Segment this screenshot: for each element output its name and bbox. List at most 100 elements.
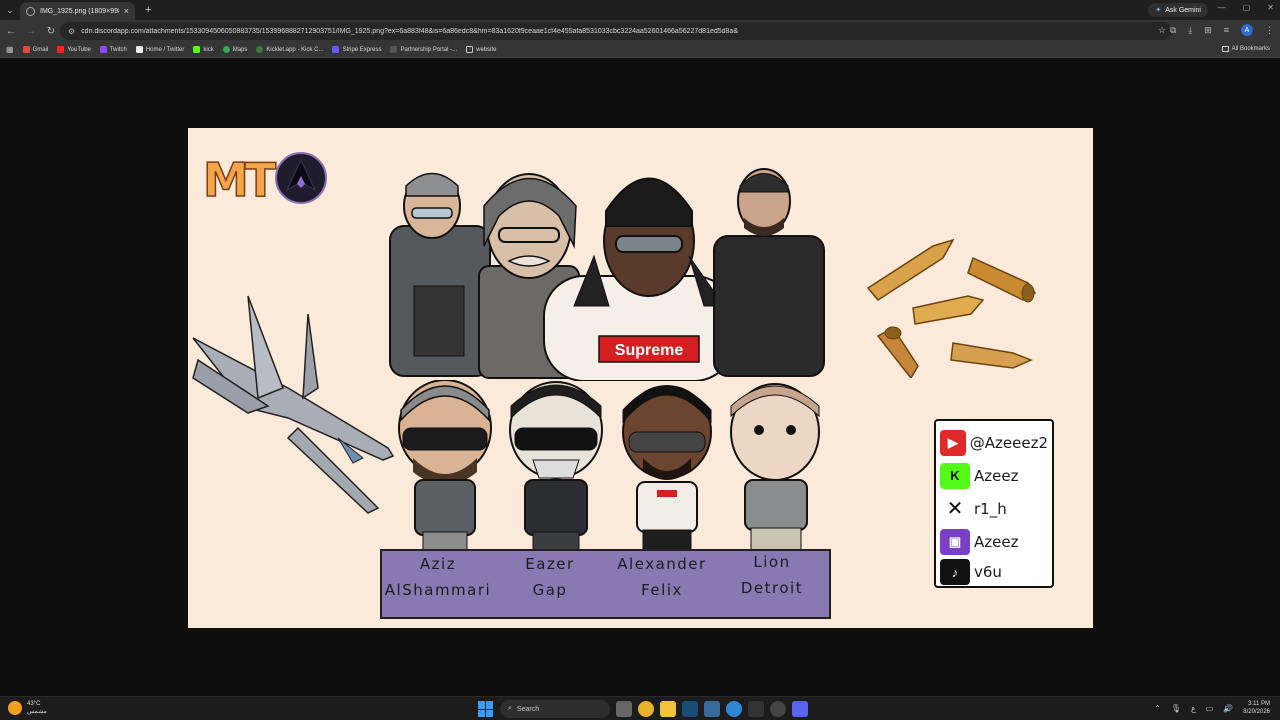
bookmark-label: Maps xyxy=(232,46,248,53)
discord-icon[interactable] xyxy=(792,701,808,717)
new-tab-button[interactable]: + xyxy=(145,4,151,16)
volume-icon[interactable]: 🔊 xyxy=(1223,704,1233,713)
twitch-icon: ▣ xyxy=(940,528,970,555)
gemini-icon: ✦ xyxy=(1155,7,1162,14)
supreme-logo: Supreme xyxy=(615,342,684,359)
last-name: AlShammari xyxy=(384,581,492,599)
all-bookmarks-button[interactable]: All Bookmarks xyxy=(1221,46,1270,52)
social-handle: v6u xyxy=(974,563,1002,581)
extensions-icon[interactable]: ⧉ xyxy=(1170,25,1176,36)
bookmark-twitch[interactable]: Twitch xyxy=(99,46,127,53)
kick-icon: K xyxy=(940,462,970,489)
weather-description: مشمس xyxy=(27,709,47,715)
x-icon xyxy=(135,46,143,53)
figure-lion xyxy=(730,383,820,558)
site-info-icon[interactable]: ⚙ xyxy=(68,27,75,36)
reload-button[interactable]: ↻ xyxy=(42,26,60,37)
minimize-button[interactable]: — xyxy=(1218,3,1226,12)
capture-icon[interactable]: ⊞ xyxy=(1204,25,1212,36)
close-tab-icon[interactable]: × xyxy=(124,6,129,16)
active-tab[interactable]: IMG_1925.png (1809×998) × xyxy=(20,2,135,20)
bookmark-stripe[interactable]: Stripe Express xyxy=(332,46,381,53)
names-platform: Aziz AlShammari Eazer Gap Alexander Feli… xyxy=(380,549,831,619)
tab-title: IMG_1925.png (1809×998) xyxy=(40,7,119,15)
steam-icon[interactable] xyxy=(682,701,698,717)
bookmark-website[interactable]: website xyxy=(466,46,497,53)
display-icon[interactable]: ▭ xyxy=(1206,704,1214,713)
edge-icon[interactable] xyxy=(726,701,742,717)
bookmark-kicklet[interactable]: Kicklet.app - Kick C... xyxy=(256,46,323,53)
youtube-icon: ▶ xyxy=(940,429,966,456)
tab-search-button[interactable]: ⌄ xyxy=(0,0,20,20)
language-indicator[interactable]: ع xyxy=(1191,704,1196,713)
x-icon: ✕ xyxy=(940,495,970,522)
search-placeholder: Search xyxy=(516,705,540,713)
bookmark-label: Twitch xyxy=(109,46,127,53)
fighter-jet-illustration xyxy=(192,295,395,514)
bookmark-youtube[interactable]: YouTube xyxy=(57,46,91,53)
emblem-icon xyxy=(285,158,317,192)
bookmark-star-icon[interactable]: ☆ xyxy=(1158,25,1166,36)
bookmark-gmail[interactable]: Gmail xyxy=(22,46,49,53)
start-button[interactable] xyxy=(478,701,494,717)
bookmark-partnership[interactable]: Partnership Portal -... xyxy=(390,46,457,53)
globe-icon xyxy=(26,6,35,16)
bookmark-label: Stripe Express xyxy=(342,46,382,53)
bookmark-twitter[interactable]: Home / Twitter xyxy=(135,46,184,53)
bookmark-maps[interactable]: Maps xyxy=(222,46,248,53)
image-viewer: MT Supreme Aziz AlShammari Eazer Gap Ale… xyxy=(0,59,1280,696)
bookmark-label: Gmail xyxy=(32,46,49,53)
app-g-icon[interactable] xyxy=(748,701,764,717)
weather-widget[interactable]: 43°C مشمس xyxy=(8,700,47,716)
task-view-icon[interactable] xyxy=(616,701,632,717)
gmail-icon xyxy=(22,46,30,53)
social-youtube: ▶ @Azeeez2 xyxy=(940,426,1048,459)
name-eazer: Eazer Gap xyxy=(494,551,606,603)
bookmark-label: Kicklet.app - Kick C... xyxy=(266,46,324,53)
tab-groups-icon[interactable]: ≡ xyxy=(1224,25,1229,35)
last-name: Gap xyxy=(532,581,568,599)
maximize-button[interactable]: ▢ xyxy=(1243,3,1251,12)
file-explorer-icon[interactable] xyxy=(660,701,676,717)
bookmark-label: kick xyxy=(203,46,214,53)
tiktok-icon: ♪ xyxy=(940,559,970,585)
profile-avatar[interactable]: A xyxy=(1241,24,1253,36)
clock[interactable]: 3:11 PM 8/20/2026 xyxy=(1243,700,1270,716)
youtube-icon xyxy=(57,46,65,53)
address-bar[interactable]: ⚙ cdn.discordapp.com/attachments/1533094… xyxy=(60,22,1172,40)
taskbar-search[interactable]: ⌕ Search xyxy=(500,700,610,718)
url-text: cdn.discordapp.com/attachments/153309450… xyxy=(81,27,738,35)
kick-icon xyxy=(193,46,201,53)
first-name: Aziz xyxy=(419,555,457,573)
back-button[interactable]: ← xyxy=(2,26,20,37)
social-kick: K Azeez xyxy=(940,459,1048,492)
emblem-logo xyxy=(275,152,327,204)
bookmark-label: YouTube xyxy=(67,46,91,53)
chevron-up-icon[interactable]: ⌃ xyxy=(1154,704,1161,713)
maps-icon xyxy=(222,46,230,53)
twitch-icon xyxy=(99,46,107,53)
displayed-image[interactable]: MT Supreme Aziz AlShammari Eazer Gap Ale… xyxy=(188,128,1093,628)
name-lion: Lion Detroit xyxy=(716,549,828,601)
apps-icon[interactable]: ▦ xyxy=(6,45,14,54)
microphone-icon[interactable]: 🎙 xyxy=(1171,704,1181,713)
windows-taskbar: 43°C مشمس ⌕ Search ⌃ 🎙 ع ▭ 🔊 3:11 PM 8/2… xyxy=(0,696,1280,720)
social-card: ▶ @Azeeez2 K Azeez ✕ r1_h ▣ Azeez ♪ v6u xyxy=(934,419,1054,588)
browser-toolbar: ← → ↻ ⚙ cdn.discordapp.com/attachments/1… xyxy=(0,20,1280,42)
forward-button[interactable]: → xyxy=(22,26,40,37)
calculator-icon[interactable] xyxy=(704,701,720,717)
obs-icon[interactable] xyxy=(770,701,786,717)
social-tiktok: ♪ v6u xyxy=(940,558,1048,586)
bookmark-kick[interactable]: kick xyxy=(193,46,214,53)
figure-alexander xyxy=(622,385,712,558)
download-icon[interactable]: ⤓ xyxy=(1188,25,1192,36)
close-window-button[interactable]: ✕ xyxy=(1267,3,1274,12)
chibi-figures-illustration xyxy=(398,380,820,558)
time: 3:11 PM xyxy=(1248,701,1270,707)
ask-gemini-button[interactable]: ✦ Ask Gemini xyxy=(1148,3,1208,17)
soldiers-illustration: Supreme xyxy=(389,168,825,381)
chrome-icon[interactable] xyxy=(638,701,654,717)
menu-icon[interactable]: ⋮ xyxy=(1265,25,1274,36)
name-alexander: Alexander Felix xyxy=(606,551,718,603)
partnership-icon xyxy=(390,46,398,53)
